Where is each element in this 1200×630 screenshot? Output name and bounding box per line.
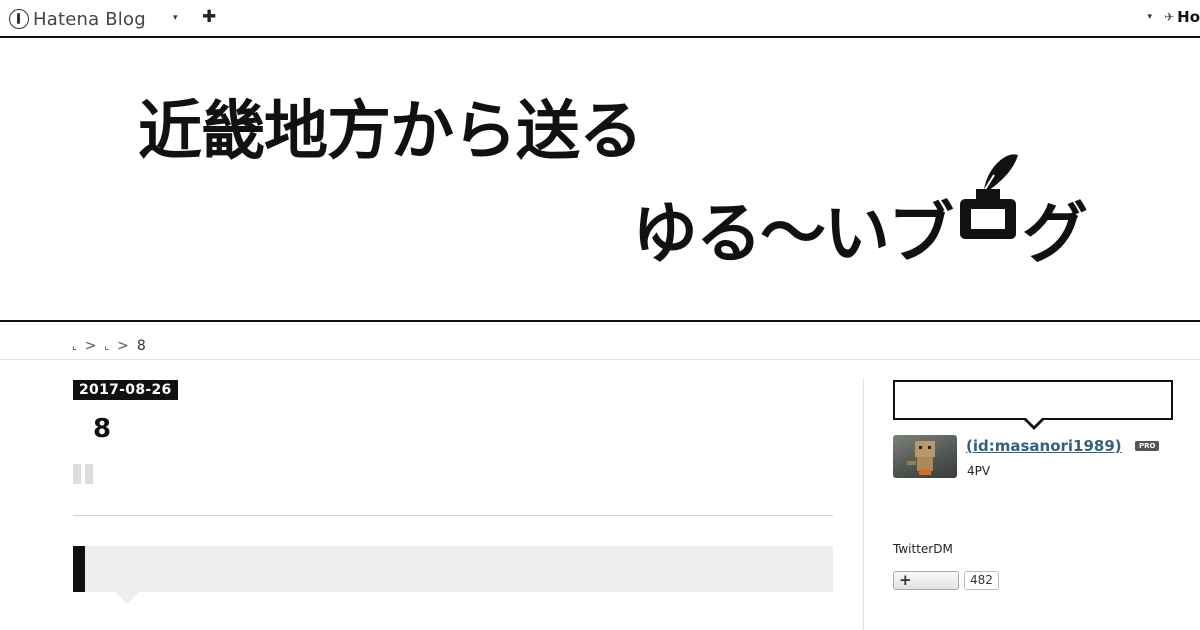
entry-title-link[interactable]: 8 xyxy=(93,414,111,444)
follow-plus-icon: + xyxy=(899,571,912,589)
hatena-service-label: Ho xyxy=(1177,8,1200,26)
blog-title-line2: ゆる〜いブ グ xyxy=(632,154,1088,276)
hatena-service-link[interactable]: ✈ Ho xyxy=(1164,8,1200,26)
breadcrumb: ⌞ > ⌞ > 8 xyxy=(0,324,1200,360)
blog-menu-caret-icon[interactable]: ▾ xyxy=(173,13,178,23)
pro-badge: PRO xyxy=(1135,441,1160,451)
blog-header-banner[interactable]: 近畿地方から送る ゆる〜いブ グ xyxy=(0,40,1200,322)
hatena-mark-icon: ✈ xyxy=(1164,10,1175,24)
profile-name-link[interactable]: (id:masanori1989) xyxy=(966,437,1122,455)
entry-date-badge[interactable]: 2017-08-26 xyxy=(73,380,178,400)
entry-section-heading xyxy=(73,546,833,604)
twitter-dm-label: TwitterDM xyxy=(893,542,953,556)
hatena-pen-icon xyxy=(9,9,29,29)
breadcrumb-list: ⌞ > ⌞ > 8 xyxy=(72,338,146,354)
profile-avatar[interactable] xyxy=(893,435,957,478)
global-header: Hatena Blog ▾ ✚ ▾ ✈ Ho xyxy=(0,0,1200,38)
blog-title-line1: 近畿地方から送る xyxy=(138,95,643,169)
breadcrumb-link-home[interactable]: ⌞ xyxy=(72,341,77,352)
user-menu-caret-icon[interactable]: ▾ xyxy=(1148,12,1153,22)
page-view-count: 4PV xyxy=(967,464,991,478)
ink-bottle-quill-icon xyxy=(954,154,1020,263)
breadcrumb-current: 8 xyxy=(136,338,146,354)
follower-count: 482 xyxy=(964,571,999,590)
new-post-plus-button[interactable]: ✚ xyxy=(202,7,216,27)
brand-name: Hatena Blog xyxy=(33,8,146,30)
breadcrumb-separator: > xyxy=(84,338,97,354)
header-right-menu: ▾ ✈ Ho xyxy=(1148,8,1200,26)
quote-mark-icon xyxy=(73,464,93,484)
blog-title-line2-part2: グ xyxy=(1022,195,1088,272)
entry-divider xyxy=(73,515,833,516)
sidebar-speech-box xyxy=(893,380,1173,430)
breadcrumb-separator: > xyxy=(117,338,129,354)
sidebar-divider xyxy=(863,378,864,630)
hatena-blog-logo-link[interactable]: Hatena Blog xyxy=(9,6,146,32)
follow-button[interactable]: + xyxy=(893,571,959,590)
breadcrumb-link-category[interactable]: ⌞ xyxy=(104,341,109,352)
blog-title-line2-part1: ゆる〜いブ xyxy=(632,195,954,272)
